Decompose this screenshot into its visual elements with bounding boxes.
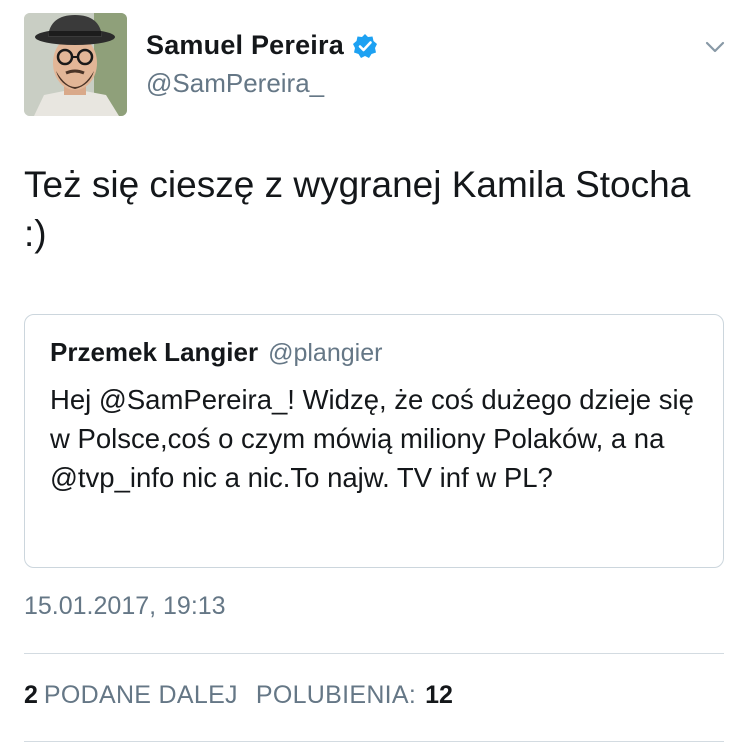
- divider: [24, 741, 724, 742]
- tweet-timestamp[interactable]: 15.01.2017, 19:13: [24, 592, 226, 621]
- author-name-row[interactable]: Samuel Pereira: [146, 30, 378, 61]
- tweet-text: Też się cieszę z wygranej Kamila Stocha …: [24, 164, 691, 254]
- quoted-tweet-text: Hej @SamPereira_! Widzę, że coś dużego d…: [50, 384, 694, 493]
- retweets-count[interactable]: 2: [24, 681, 38, 710]
- author-handle[interactable]: @SamPereira_: [146, 68, 324, 99]
- likes-label[interactable]: POLUBIENIA:: [256, 681, 416, 710]
- avatar-image: [24, 13, 127, 116]
- retweets-label[interactable]: PODANE DALEJ: [44, 681, 238, 710]
- quoted-author-name: Przemek Langier: [50, 337, 259, 367]
- chevron-down-icon[interactable]: [704, 36, 726, 58]
- avatar[interactable]: [24, 13, 127, 116]
- quoted-tweet-header: Przemek Langier @plangier: [50, 337, 382, 368]
- tweet-stats: 2 PODANE DALEJ POLUBIENIA: 12: [24, 681, 453, 710]
- author-display-name[interactable]: Samuel Pereira: [146, 30, 344, 61]
- likes-count[interactable]: 12: [425, 681, 453, 710]
- divider: [24, 653, 724, 654]
- verified-badge-icon: [352, 33, 378, 59]
- quoted-tweet-card[interactable]: Przemek Langier @plangier Hej @SamPereir…: [24, 314, 724, 568]
- quoted-author-handle: @plangier: [268, 339, 383, 367]
